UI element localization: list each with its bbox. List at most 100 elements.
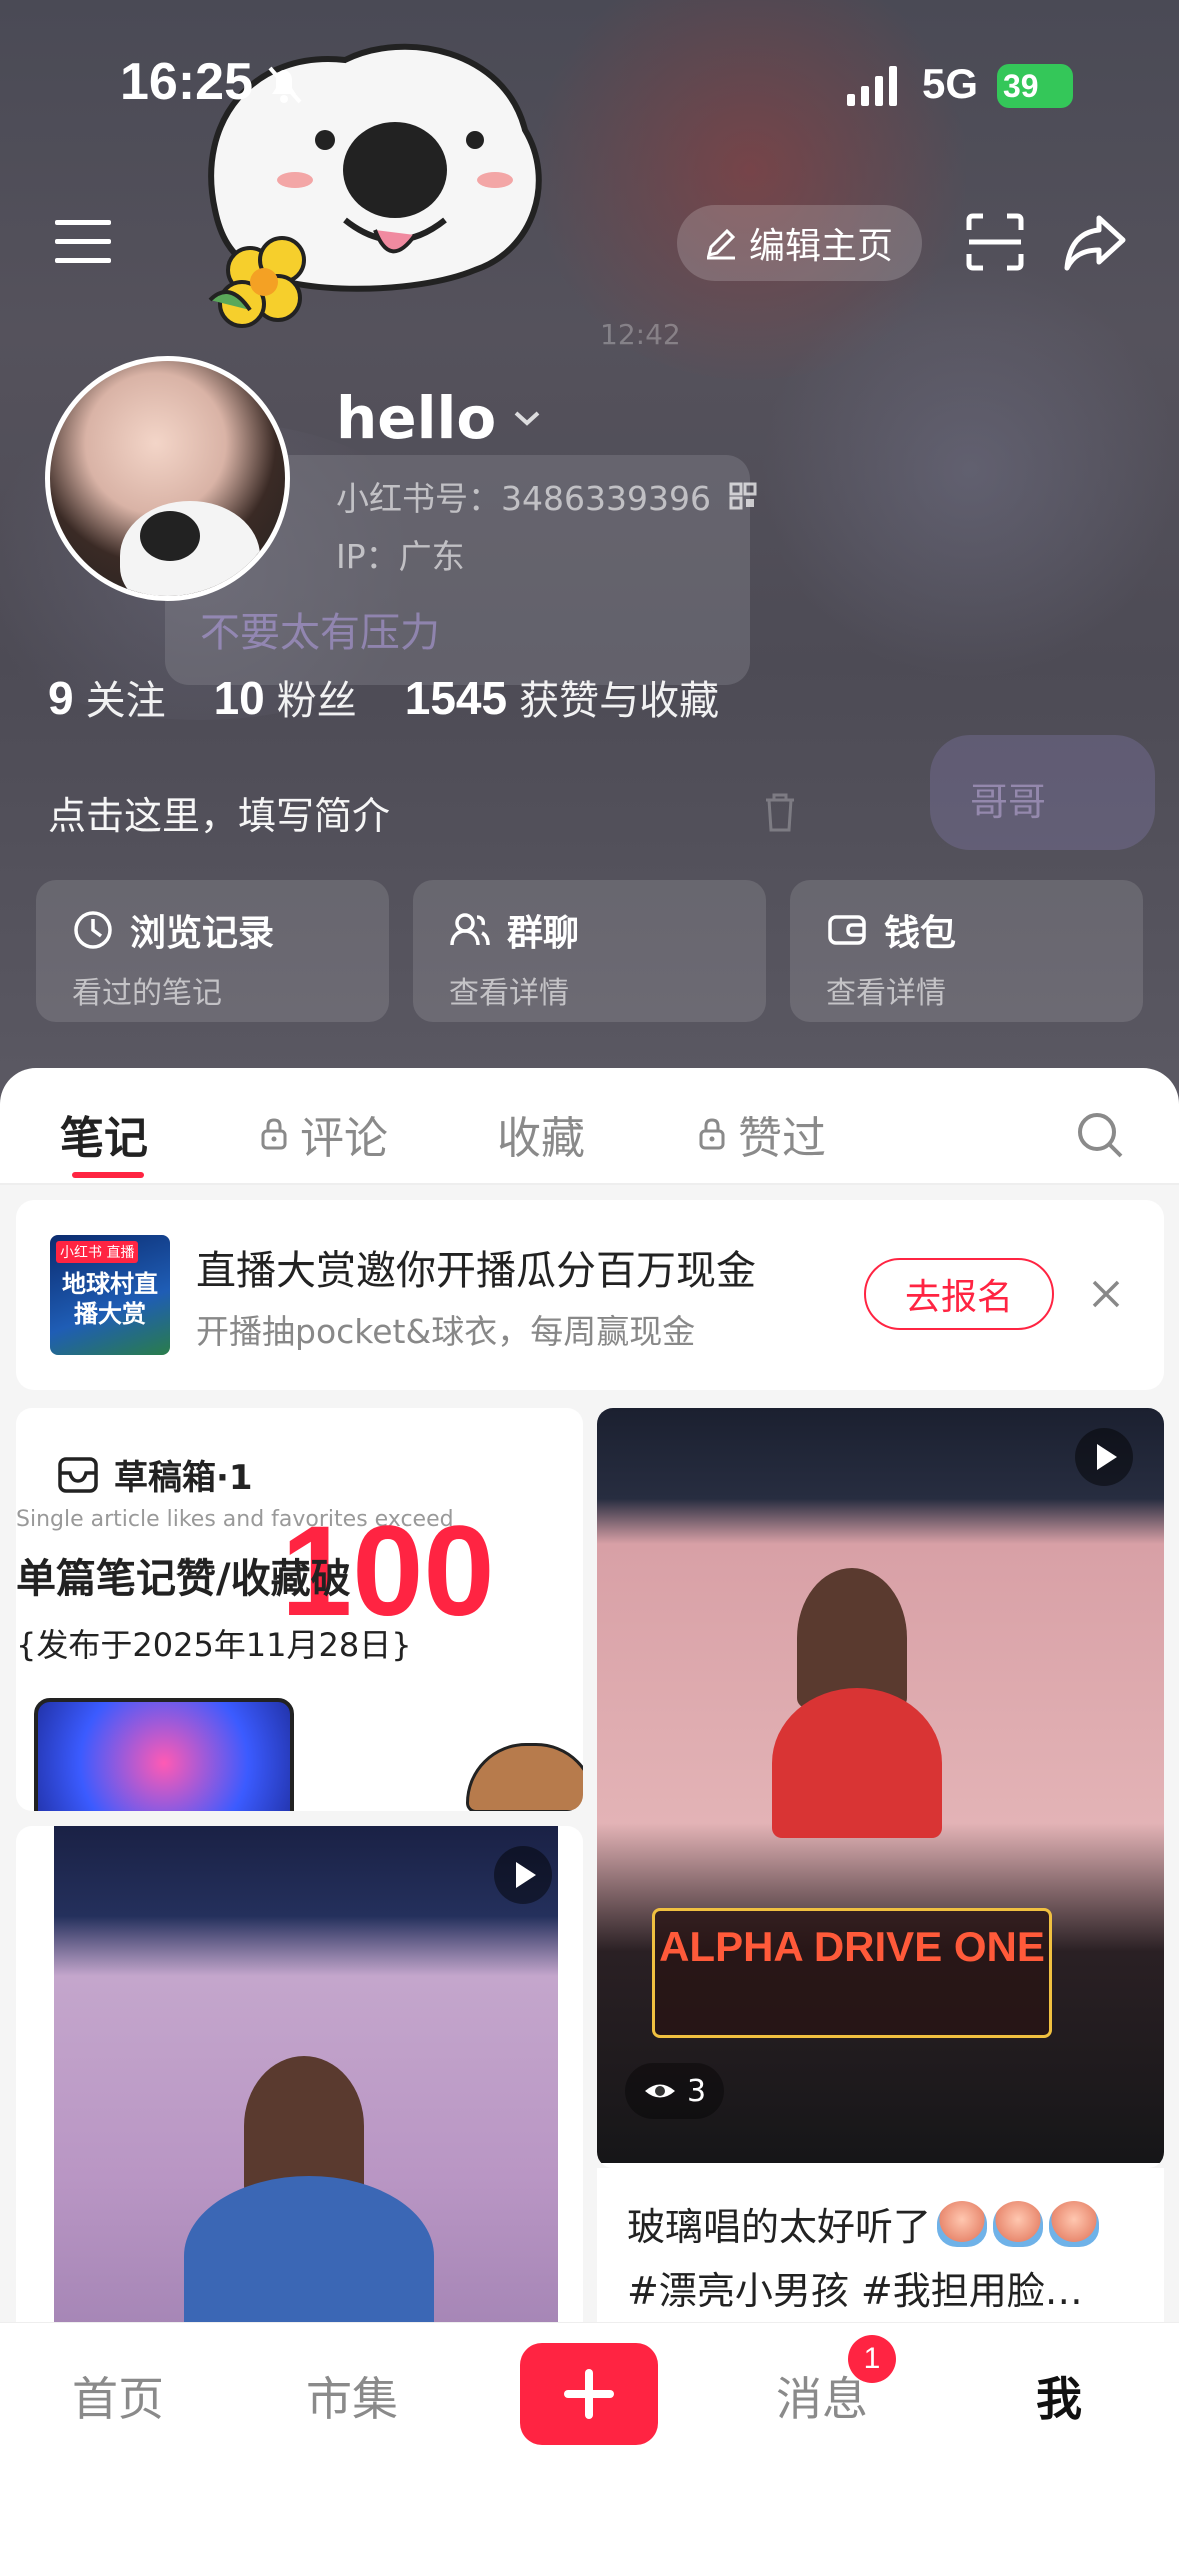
username[interactable]: hello — [336, 384, 544, 452]
stat-followers-count: 10 — [213, 672, 265, 724]
stat-following-count: 9 — [48, 672, 74, 724]
group-chat-card-sub: 查看详情 — [449, 976, 569, 1011]
wallet-card[interactable]: 钱包 查看详情 — [790, 880, 1143, 1022]
close-icon[interactable] — [1086, 1274, 1126, 1314]
stat-followers-label: 粉丝 — [276, 678, 357, 724]
promo-subtitle: 开播抽pocket&球衣，每周赢现金 — [196, 1312, 696, 1351]
battery-indicator: 39 — [997, 64, 1073, 108]
chevron-down-icon — [514, 411, 540, 426]
note-cover-image: ALPHA DRIVE ONE — [597, 1408, 1164, 2163]
edit-profile-button[interactable]: 编辑主页 — [677, 205, 922, 281]
nav-market[interactable]: 市集 — [306, 2363, 398, 2429]
share-icon[interactable] — [1063, 212, 1127, 272]
performer-figure — [797, 1568, 907, 1708]
performer-figure — [244, 2056, 364, 2196]
avatar-cat — [120, 501, 260, 596]
stat-likes-count: 1545 — [404, 672, 508, 724]
edit-profile-label: 编辑主页 — [749, 226, 894, 267]
crying-emoji-icon — [993, 2200, 1044, 2247]
group-chat-card[interactable]: 群聊 查看详情 — [413, 880, 766, 1022]
tab-liked[interactable]: 赞过 — [694, 1102, 826, 1166]
messages-badge: 1 — [848, 2335, 896, 2383]
note-caption-line1: 玻璃唱的太好听了 — [627, 2196, 1100, 2251]
draft-line1: 单篇笔记赞/收藏破 — [16, 1556, 351, 1602]
create-post-button[interactable] — [520, 2343, 658, 2445]
qr-code-icon — [729, 482, 757, 510]
draft-tv-image — [34, 1698, 294, 1811]
scan-icon[interactable] — [965, 212, 1025, 272]
bottom-nav: 首页 市集 消息 1 我 — [0, 2322, 1179, 2556]
history-card-title: 浏览记录 — [130, 913, 275, 954]
bio-prompt[interactable]: 点击这里，填写简介 — [48, 785, 390, 840]
profile-stats: 9 关注 10 粉丝 1545 获赞与收藏 — [48, 668, 719, 726]
draft-box-card[interactable]: Single article likes and favorites excee… — [16, 1408, 583, 1811]
background-chat-text: 不要太有压力 — [200, 610, 440, 656]
eye-icon — [645, 2084, 675, 2098]
promo-banner[interactable]: 小红书 直播 地球村直播大赏 直播大赏邀你开播瓜分百万现金 开播抽pocket&… — [16, 1200, 1164, 1390]
background-chat-bubble-right: 哥哥 — [930, 735, 1155, 850]
active-tab-indicator — [72, 1172, 144, 1178]
mute-bell-icon — [268, 66, 302, 104]
crying-emoji-icon — [937, 2200, 988, 2247]
search-icon[interactable] — [1075, 1110, 1125, 1160]
stage-banner: ALPHA DRIVE ONE — [652, 1908, 1052, 2038]
background-chat-time: 12:42 — [600, 318, 681, 351]
note-card[interactable]: ALPHA DRIVE ONE 3 — [597, 1408, 1164, 2168]
username-text: hello — [336, 384, 497, 452]
stat-following[interactable]: 9 关注 — [48, 668, 166, 726]
trash-icon — [766, 793, 794, 832]
promo-thumbnail-tag: 小红书 直播 — [56, 1241, 139, 1263]
history-card[interactable]: 浏览记录 看过的笔记 — [36, 880, 389, 1022]
note-caption[interactable]: 玻璃唱的太好听了 #漂亮小男孩 #我担用脸… — [597, 2168, 1164, 2328]
tab-collections[interactable]: 收藏 — [497, 1102, 585, 1166]
ip-location: IP：广东 — [336, 537, 465, 576]
tab-comments[interactable]: 评论 — [256, 1102, 388, 1166]
note-cover-image — [54, 1826, 558, 2326]
lock-icon — [261, 1118, 287, 1150]
note-card[interactable] — [16, 1826, 583, 2326]
red-id[interactable]: 小红书号：3486339396 — [336, 472, 757, 520]
performer-figure — [184, 2176, 434, 2326]
stat-likes-label: 获赞与收藏 — [519, 678, 720, 724]
tab-notes[interactable]: 笔记 — [60, 1102, 148, 1166]
promo-join-button[interactable]: 去报名 — [864, 1258, 1054, 1330]
network-label: 5G — [922, 60, 979, 107]
stat-followers[interactable]: 10 粉丝 — [214, 668, 357, 726]
draft-box-header: 草稿箱·1 — [56, 1450, 253, 1499]
view-count-number: 3 — [687, 2073, 707, 2109]
nav-me[interactable]: 我 — [1036, 2363, 1082, 2429]
stat-likes[interactable]: 1545 获赞与收藏 — [405, 668, 719, 726]
history-card-sub: 看过的笔记 — [72, 976, 222, 1011]
background-blur — [760, 260, 1179, 680]
wallet-icon — [828, 915, 866, 945]
tab-comments-label: 评论 — [300, 1113, 388, 1164]
group-icon — [450, 913, 490, 946]
red-id-text: 小红书号：3486339396 — [336, 479, 711, 518]
play-icon — [1075, 1428, 1133, 1486]
crying-emoji-icon — [1049, 2200, 1100, 2247]
draft-box-label: 草稿箱·1 — [114, 1458, 253, 1498]
inbox-icon — [58, 1456, 98, 1493]
menu-icon[interactable] — [55, 218, 111, 266]
signal-icon — [847, 66, 897, 106]
wallet-card-sub: 查看详情 — [826, 976, 946, 1011]
lock-icon — [699, 1118, 725, 1150]
nav-home[interactable]: 首页 — [72, 2363, 164, 2429]
draft-sticker-image — [466, 1743, 583, 1811]
promo-thumbnail-title: 地球村直播大赏 — [62, 1270, 158, 1328]
note-caption-line2: #漂亮小男孩 #我担用脸… — [627, 2269, 1083, 2313]
play-icon — [494, 1846, 552, 1904]
promo-title: 直播大赏邀你开播瓜分百万现金 — [196, 1248, 756, 1294]
status-bar: 16:25 5G 39 — [0, 0, 1179, 160]
avatar[interactable] — [45, 356, 290, 601]
view-count: 3 — [625, 2063, 725, 2119]
background-chat-bubble-text: 哥哥 — [970, 780, 1047, 824]
tab-notes-label: 笔记 — [60, 1113, 148, 1164]
note-caption-text: 玻璃唱的太好听了 — [627, 2205, 932, 2249]
group-chat-card-title: 群聊 — [507, 913, 580, 954]
wallet-card-title: 钱包 — [884, 913, 957, 954]
tab-collections-label: 收藏 — [497, 1113, 585, 1164]
draft-line2: {发布于2025年11月28日} — [16, 1626, 412, 1664]
promo-thumbnail: 小红书 直播 地球村直播大赏 — [50, 1235, 170, 1355]
quick-cards: 浏览记录 看过的笔记 群聊 查看详情 钱包 查看详情 — [36, 880, 1143, 1022]
